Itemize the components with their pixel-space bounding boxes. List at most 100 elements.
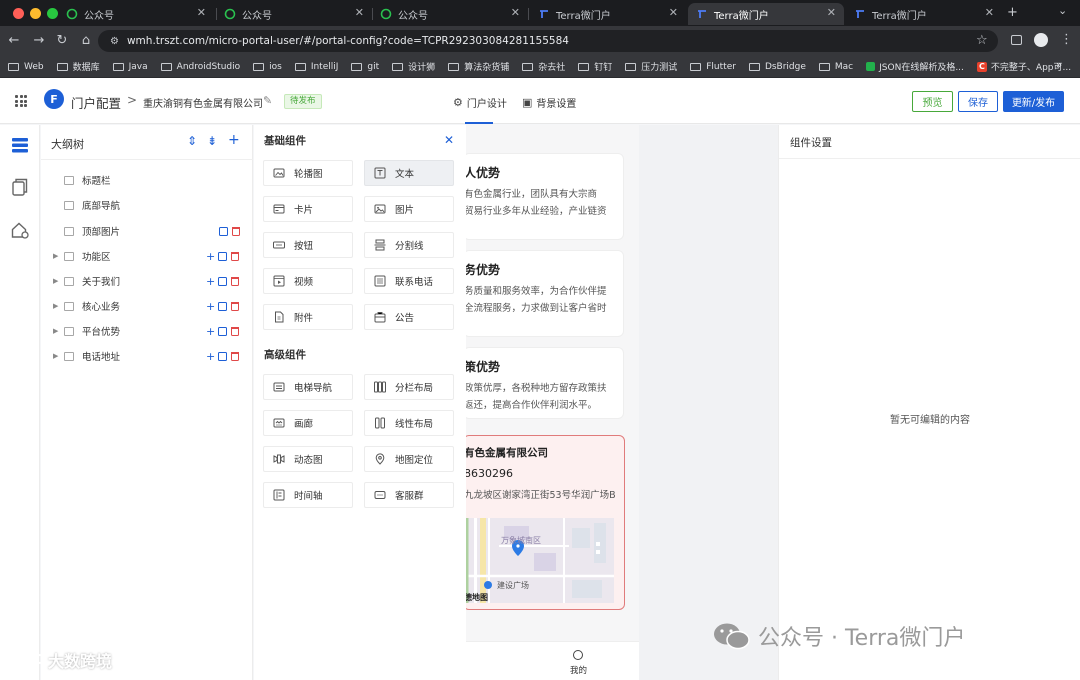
add-child-icon[interactable]: + [206, 275, 215, 288]
tab-background-settings[interactable]: ▣ 背景设置 [522, 95, 576, 110]
add-child-icon[interactable]: + [206, 250, 215, 263]
new-tab-button[interactable]: + [1007, 5, 1018, 20]
advantage-card[interactable]: 务优势 务质量和服务效率，为合作伙伴提 全流程服务，力求做到让客户省时 [466, 250, 624, 337]
delete-icon[interactable] [231, 251, 239, 261]
advantage-card[interactable]: 人优势 有色金属行业，团队具有大宗商 贸易行业多年从业经验，产业链资 [466, 153, 624, 240]
outline-tree-icon[interactable] [10, 135, 30, 155]
expand-all-icon[interactable]: ⇕ [187, 134, 197, 148]
bookmark-folder[interactable]: Java [112, 62, 148, 72]
apps-grid-icon[interactable] [15, 95, 27, 107]
tree-item-phone-address[interactable]: ▶ 电话地址 + [41, 346, 253, 366]
component-notice[interactable]: 公告 [364, 304, 454, 330]
bottom-tab-label[interactable]: 我的 [570, 664, 587, 676]
tree-item-core-business[interactable]: ▶ 核心业务 + [41, 296, 253, 316]
component-gallery[interactable]: 画廊 [263, 410, 353, 436]
close-tab-icon[interactable]: ✕ [669, 6, 678, 19]
caret-right-icon[interactable]: ▶ [53, 327, 58, 335]
copy-icon[interactable] [218, 251, 227, 261]
bookmark-folder[interactable]: 数据库 [56, 60, 100, 73]
bookmark-folder[interactable]: 钉钉 [578, 60, 612, 73]
close-tab-icon[interactable]: ✕ [827, 6, 836, 19]
caret-right-icon[interactable]: ▶ [53, 252, 58, 260]
tree-item-top-image[interactable]: 顶部图片 [41, 221, 253, 241]
map-view[interactable]: 万象城南区 建设广场 德地图 [466, 518, 614, 603]
add-child-icon[interactable]: + [206, 325, 215, 338]
copy-icon[interactable] [219, 226, 228, 236]
publish-button[interactable]: 更新/发布 [1003, 91, 1064, 112]
component-linear-layout[interactable]: 线性布局 [364, 410, 454, 436]
component-carousel[interactable]: 轮播图 [263, 160, 353, 186]
caret-right-icon[interactable]: ▶ [53, 352, 58, 360]
browser-tab[interactable]: Terra微门户 ✕ [846, 3, 1002, 25]
bookmark-folder[interactable]: 算法杂货铺 [448, 60, 509, 73]
delete-icon[interactable] [232, 226, 240, 236]
home-settings-icon[interactable] [10, 220, 30, 240]
delete-icon[interactable] [231, 301, 239, 311]
save-button[interactable]: 保存 [958, 91, 998, 112]
close-tab-icon[interactable]: ✕ [197, 6, 206, 19]
user-icon[interactable] [573, 650, 583, 660]
bookmark-folder[interactable]: Web [8, 62, 44, 72]
add-child-icon[interactable]: + [206, 350, 215, 363]
delete-icon[interactable] [231, 351, 239, 361]
bookmark-folder[interactable]: 设计狮 [392, 60, 435, 73]
preview-button[interactable]: 预览 [912, 91, 953, 112]
component-contact-phone[interactable]: 联系电话 [364, 268, 454, 294]
bookmark-folder[interactable]: 杂去社 [522, 60, 565, 73]
component-button[interactable]: 按钮 [263, 232, 353, 258]
caret-right-icon[interactable]: ▶ [53, 302, 58, 310]
bookmark-folder[interactable]: IntelliJ [294, 62, 338, 72]
browser-tab[interactable]: 公众号 ✕ [216, 3, 372, 25]
side-panel-icon[interactable] [1011, 35, 1022, 45]
component-text[interactable]: 文本 [364, 160, 454, 186]
copy-icon[interactable] [218, 276, 227, 286]
browser-menu-icon[interactable]: ⋮ [1060, 32, 1073, 47]
component-attachment[interactable]: 附件 [263, 304, 353, 330]
component-timeline[interactable]: 时间轴 [263, 482, 353, 508]
add-node-icon[interactable]: + [228, 132, 240, 148]
close-panel-icon[interactable]: ✕ [444, 133, 454, 147]
reload-icon[interactable]: ↻ [54, 33, 70, 48]
bookmark-folder[interactable]: Mac [818, 62, 853, 72]
close-window-button[interactable] [13, 8, 24, 19]
bookmark-star-icon[interactable]: ☆ [976, 33, 988, 48]
pages-icon[interactable] [10, 177, 30, 197]
component-animated-image[interactable]: 动态图 [263, 446, 353, 472]
copy-icon[interactable] [218, 326, 227, 336]
close-tab-icon[interactable]: ✕ [355, 6, 364, 19]
back-arrow-icon[interactable]: ← [6, 33, 22, 48]
browser-tab[interactable]: 公众号 ✕ [58, 3, 214, 25]
tree-item-about-us[interactable]: ▶ 关于我们 + [41, 271, 253, 291]
tab-search-button[interactable]: ⌄ [1058, 4, 1067, 17]
component-elevator-nav[interactable]: 电梯导航 [263, 374, 353, 400]
more-bookmarks-button[interactable]: » [1056, 60, 1062, 71]
contact-card-selected[interactable]: 有色金属有限公司 8630296 九龙坡区谢家湾正街53号华润广场B 万象城南区… [466, 435, 625, 610]
maximize-window-button[interactable] [47, 8, 58, 19]
tree-item-bottom-nav[interactable]: 底部导航 [41, 195, 253, 215]
add-child-icon[interactable]: + [206, 300, 215, 313]
caret-right-icon[interactable]: ▶ [53, 277, 58, 285]
profile-avatar[interactable] [1034, 33, 1048, 47]
forward-arrow-icon[interactable]: → [31, 33, 47, 48]
bookmark-folder[interactable]: Flutter [690, 62, 736, 72]
component-columns[interactable]: 分栏布局 [364, 374, 454, 400]
tree-item-function-area[interactable]: ▶ 功能区 + [41, 246, 253, 266]
component-divider[interactable]: 分割线 [364, 232, 454, 258]
browser-tab-active[interactable]: Terra微门户 ✕ [688, 3, 844, 25]
delete-icon[interactable] [231, 276, 239, 286]
bookmark-folder[interactable]: DsBridge [748, 62, 806, 72]
component-service-group[interactable]: 客服群 [364, 482, 454, 508]
tree-item-platform-advantage[interactable]: ▶ 平台优势 + [41, 321, 253, 341]
tree-item-title-bar[interactable]: 标题栏 [41, 170, 253, 190]
close-tab-icon[interactable]: ✕ [985, 6, 994, 19]
home-icon[interactable]: ⌂ [78, 33, 94, 48]
bookmark-folder[interactable]: 压力测试 [625, 60, 677, 73]
copy-icon[interactable] [218, 351, 227, 361]
bookmark-folder[interactable]: ios [253, 62, 282, 72]
component-video[interactable]: 视频 [263, 268, 353, 294]
minimize-window-button[interactable] [30, 8, 41, 19]
tab-portal-design[interactable]: ⚙ 门户设计 [453, 95, 507, 110]
component-card[interactable]: 卡片 [263, 196, 353, 222]
browser-tab[interactable]: 公众号 ✕ [372, 3, 528, 25]
component-image[interactable]: 图片 [364, 196, 454, 222]
